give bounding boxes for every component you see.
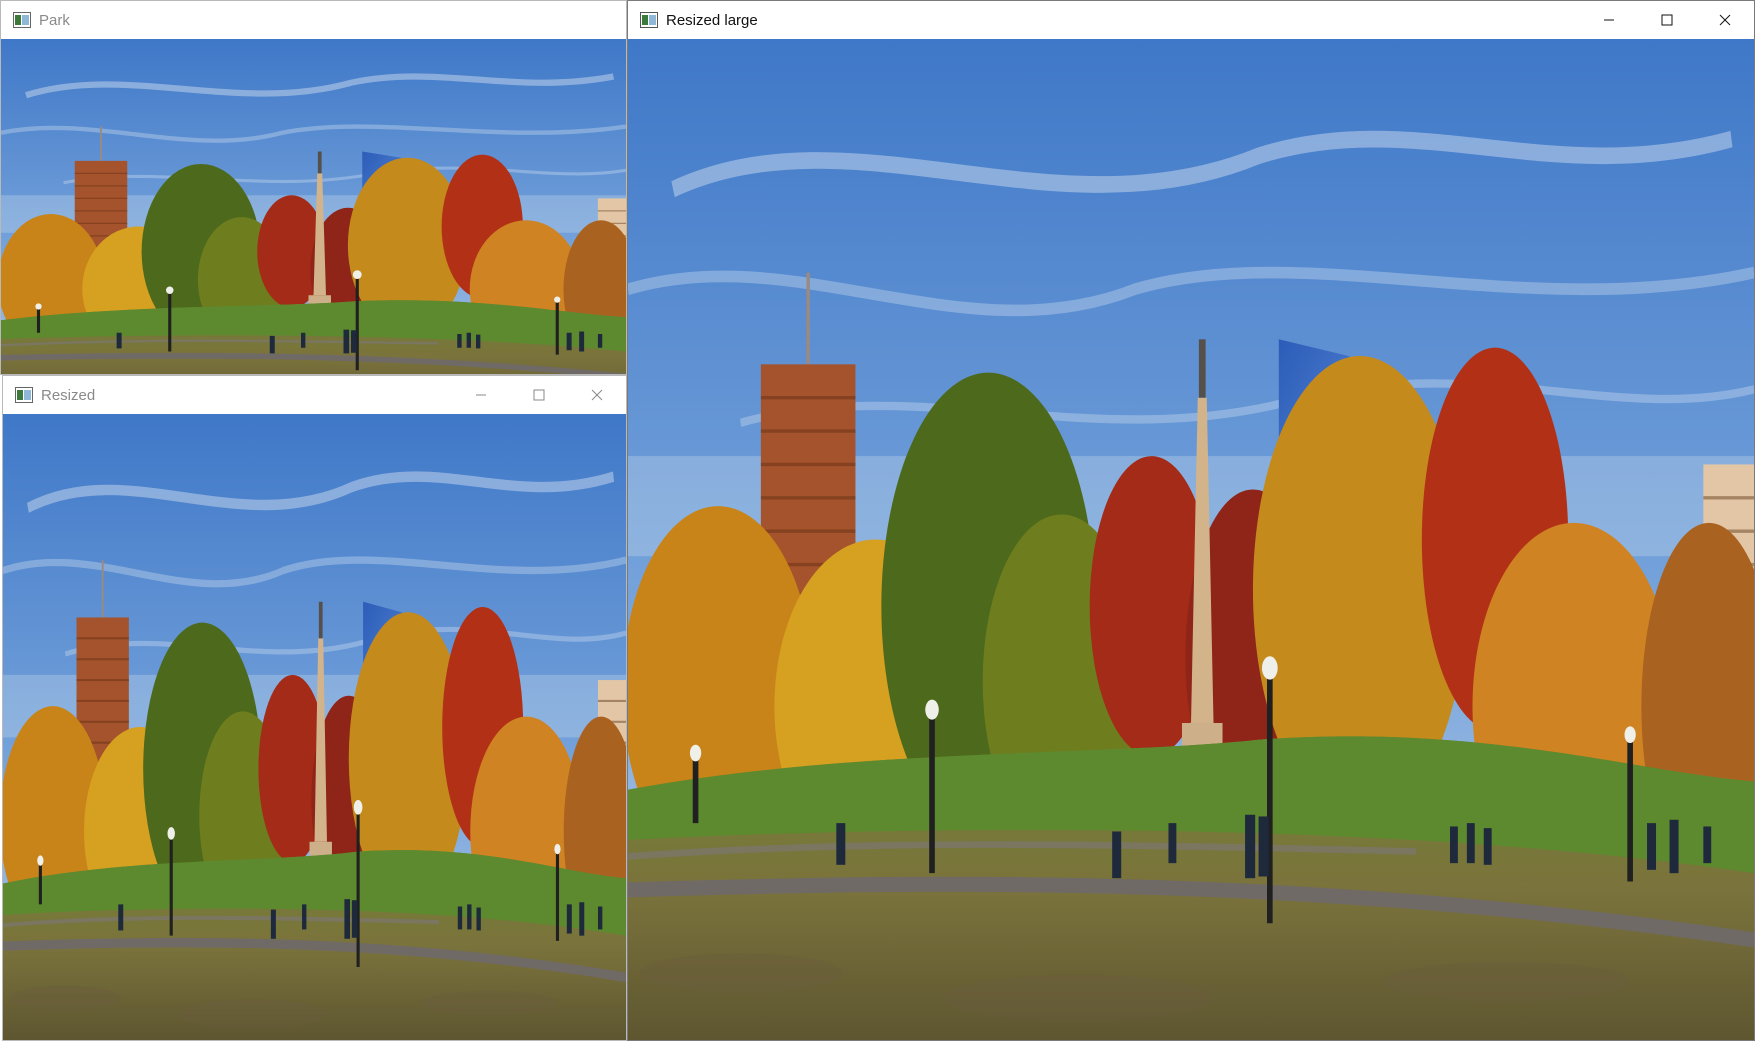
maximize-icon bbox=[1661, 14, 1673, 26]
opencv-window-icon bbox=[640, 12, 658, 28]
minimize-icon bbox=[1604, 19, 1614, 21]
close-icon bbox=[1719, 14, 1731, 26]
window-title: Resized large bbox=[666, 11, 758, 29]
park-photo bbox=[3, 414, 626, 1040]
image-display bbox=[628, 39, 1754, 1040]
opencv-window-icon bbox=[15, 387, 33, 403]
image-display bbox=[1, 39, 626, 374]
park-photo bbox=[628, 39, 1754, 1040]
window-title: Park bbox=[39, 11, 70, 29]
minimize-button[interactable] bbox=[452, 376, 510, 414]
park-photo bbox=[1, 39, 626, 374]
title-bar[interactable]: Resized large bbox=[628, 1, 1754, 39]
title-bar[interactable]: Park bbox=[1, 1, 626, 39]
resized-window[interactable]: Resized bbox=[2, 375, 627, 1041]
minimize-icon bbox=[476, 394, 486, 396]
title-bar[interactable]: Resized bbox=[3, 376, 626, 414]
image-display bbox=[3, 414, 626, 1040]
close-button[interactable] bbox=[568, 376, 626, 414]
maximize-button[interactable] bbox=[510, 376, 568, 414]
park-window[interactable]: Park bbox=[0, 0, 627, 375]
close-icon bbox=[591, 389, 603, 401]
minimize-button[interactable] bbox=[1580, 1, 1638, 39]
maximize-icon bbox=[533, 389, 545, 401]
window-title: Resized bbox=[41, 386, 96, 404]
resized-large-window[interactable]: Resized large bbox=[627, 0, 1755, 1041]
opencv-window-icon bbox=[13, 12, 31, 28]
close-button[interactable] bbox=[1696, 1, 1754, 39]
maximize-button[interactable] bbox=[1638, 1, 1696, 39]
